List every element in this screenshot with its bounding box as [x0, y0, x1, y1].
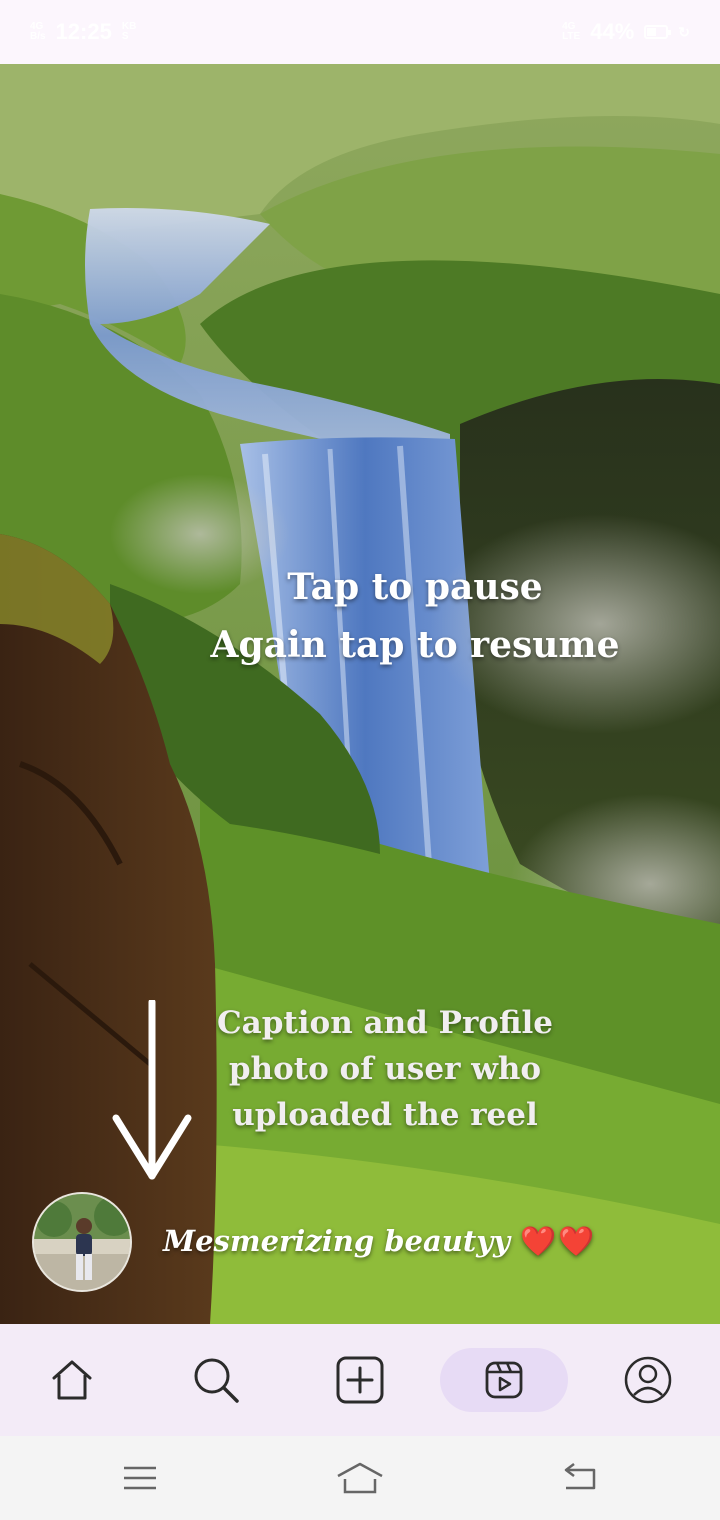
tap-to-pause-hint: Tap to pause Again tap to resume	[180, 558, 650, 674]
system-home-button[interactable]	[330, 1460, 390, 1496]
menu-icon	[124, 1466, 156, 1490]
data-speed: KB S	[122, 22, 136, 42]
caption-text: Mesmerizing beautyy	[163, 1224, 510, 1258]
reels-icon	[485, 1361, 523, 1399]
data-unit-bottom: S	[121, 31, 129, 42]
home-outline-icon	[337, 1462, 383, 1494]
heart-emoji-icon: ❤️❤️	[520, 1224, 597, 1258]
sync-icon: ↻	[678, 23, 690, 40]
cellular-indicator: 4G LTE	[562, 22, 580, 42]
status-left: 4G B/s 12:25 KB S	[30, 19, 136, 45]
signal-speed: B/s	[30, 31, 46, 42]
caption-hint-line-1: Caption and Profile	[217, 1005, 553, 1041]
account-icon	[624, 1356, 672, 1404]
reel-video[interactable]: Tap to pause Again tap to resume Caption…	[0, 64, 720, 1324]
add-box-icon	[336, 1356, 384, 1404]
tap-hint-line-2: Again tap to resume	[210, 624, 620, 666]
system-navigation-bar	[0, 1436, 720, 1520]
system-back-button[interactable]	[550, 1460, 610, 1496]
caption-hint-line-2: photo of user who	[228, 1051, 542, 1087]
battery-fill	[647, 28, 657, 36]
home-icon	[52, 1360, 92, 1400]
uploader-avatar[interactable]	[32, 1192, 132, 1292]
caption-hint-line-3: uploaded the reel	[232, 1097, 538, 1133]
search-icon	[194, 1358, 239, 1403]
system-menu-button[interactable]	[110, 1460, 170, 1496]
clock: 12:25	[55, 19, 112, 44]
nav-home[interactable]	[8, 1348, 136, 1412]
bottom-navigation	[0, 1324, 720, 1436]
caption-profile-hint: Caption and Profile photo of user who up…	[200, 1000, 570, 1138]
nav-create[interactable]	[296, 1348, 424, 1412]
battery-percent: 44%	[590, 19, 635, 44]
battery-icon	[644, 25, 672, 39]
nav-reels[interactable]	[440, 1348, 568, 1412]
status-right: 4G LTE 44% ↻	[562, 19, 690, 45]
network-indicator: 4G B/s	[30, 22, 46, 42]
lte-label: LTE	[562, 31, 581, 42]
user-profile-photo-icon	[34, 1194, 130, 1290]
status-bar: 4G B/s 12:25 KB S 4G LTE 44% ↻	[0, 0, 720, 64]
reel-caption[interactable]: Mesmerizing beautyy ❤️❤️	[163, 1224, 596, 1259]
nav-profile[interactable]	[584, 1348, 712, 1412]
nav-search[interactable]	[152, 1348, 280, 1412]
down-arrow-icon	[112, 1000, 192, 1180]
back-icon	[564, 1463, 596, 1490]
tap-hint-line-1: Tap to pause	[287, 566, 543, 608]
